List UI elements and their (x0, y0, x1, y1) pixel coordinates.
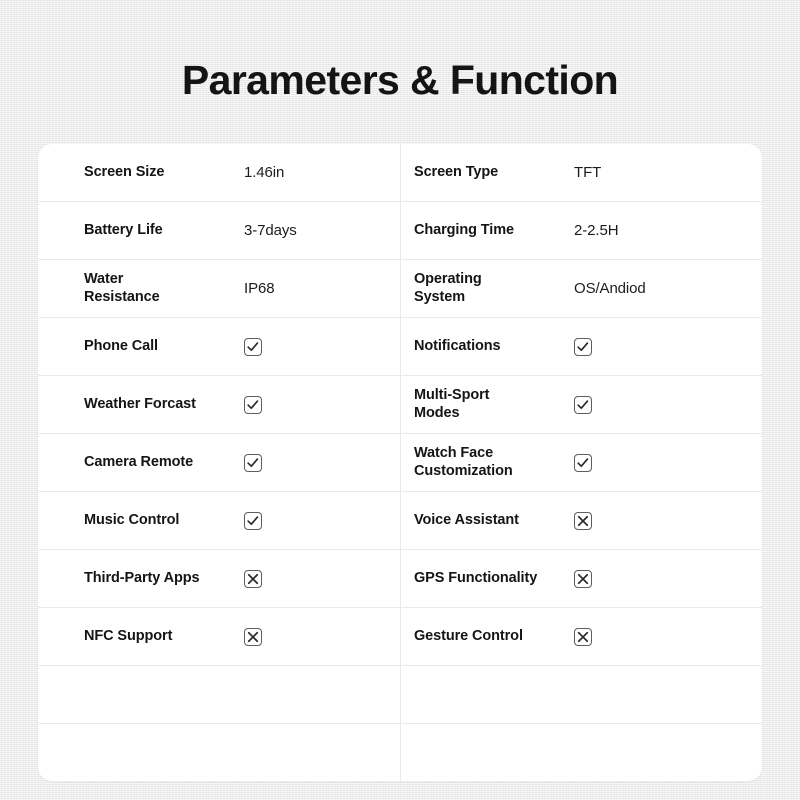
spec-cell-left (38, 724, 400, 781)
spec-cell-right: Notifications (400, 318, 762, 375)
checkbox-checked-icon (574, 337, 592, 356)
spec-cell-left: Weather Forcast (38, 376, 400, 433)
spec-cell-left: Battery Life 3-7days (38, 202, 400, 259)
spec-value (244, 395, 262, 414)
spec-value (244, 627, 262, 646)
spec-label: Weather Forcast (84, 395, 196, 412)
table-row: Water Resistance IP68 Operating System OS/A… (38, 260, 762, 318)
spec-label: Notifications (414, 337, 501, 354)
checkbox-crossed-icon (244, 627, 262, 646)
specifications-table: Screen Size 1.46in Screen Type TFT Battery L… (38, 144, 762, 781)
spec-label: Music Control (84, 511, 180, 528)
spec-cell-right (400, 666, 762, 723)
spec-value: TFT (574, 163, 602, 181)
spec-cell-left: Camera Remote (38, 434, 400, 491)
spec-label: Phone Call (84, 337, 158, 354)
table-row: Phone Call Notifications (38, 318, 762, 376)
spec-label: Camera Remote (84, 453, 194, 470)
checkbox-checked-icon (244, 395, 262, 414)
spec-value: 3-7days (244, 221, 297, 239)
spec-cell-left: Music Control (38, 492, 400, 549)
checkbox-crossed-icon (574, 627, 592, 646)
page-title: Parameters & Function (181, 57, 619, 103)
table-row: Third-Party Apps GPS Functionality (38, 550, 762, 608)
table-row: NFC Support Gesture Control (38, 608, 762, 666)
table-row-empty (38, 666, 762, 724)
spec-value (244, 453, 262, 472)
spec-label: GPS Functionality (414, 569, 538, 586)
spec-label: Water Resistance (84, 270, 160, 305)
spec-value (574, 627, 592, 646)
spec-cell-left: Phone Call (38, 318, 400, 375)
checkbox-checked-icon (244, 511, 262, 530)
table-row: Music Control Voice Assistant (38, 492, 762, 550)
spec-cell-left: Screen Size 1.46in (38, 144, 400, 201)
spec-sheet-page: Parameters & Function Screen Size 1.46in S… (0, 0, 800, 800)
spec-value (574, 337, 592, 356)
checkbox-checked-icon (244, 337, 262, 356)
spec-label: Screen Type (414, 163, 499, 180)
spec-label: Multi-Sport Modes (414, 386, 490, 421)
checkbox-checked-icon (574, 453, 592, 472)
spec-cell-left: NFC Support (38, 608, 400, 665)
table-row: Camera Remote Watch Face Customization (38, 434, 762, 492)
specifications-card: Screen Size 1.46in Screen Type TFT Battery L… (38, 144, 762, 781)
spec-label: Battery Life (84, 221, 163, 238)
spec-value (574, 395, 592, 414)
checkbox-crossed-icon (244, 569, 262, 588)
spec-value (244, 337, 262, 356)
spec-value: 1.46in (244, 163, 285, 181)
spec-label: Operating System (414, 270, 482, 305)
spec-cell-left: Third-Party Apps (38, 550, 400, 607)
spec-cell-right: Gesture Control (400, 608, 762, 665)
spec-label: Third-Party Apps (84, 569, 200, 586)
spec-label: Voice Assistant (414, 511, 519, 528)
spec-value (574, 569, 592, 588)
spec-cell-right: Screen Type TFT (400, 144, 762, 201)
checkbox-checked-icon (574, 395, 592, 414)
checkbox-crossed-icon (574, 569, 592, 588)
spec-value (574, 511, 592, 530)
spec-value (574, 453, 592, 472)
checkbox-checked-icon (244, 453, 262, 472)
spec-cell-right: Multi-Sport Modes (400, 376, 762, 433)
spec-cell-right: Charging Time 2-2.5H (400, 202, 762, 259)
table-row: Battery Life 3-7days Charging Time 2-2.5H (38, 202, 762, 260)
spec-label: Gesture Control (414, 627, 523, 644)
spec-value: OS/Andiod (574, 279, 646, 297)
spec-cell-right: Voice Assistant (400, 492, 762, 549)
spec-value: 2-2.5H (574, 221, 619, 239)
spec-label: Screen Size (84, 163, 165, 180)
table-row-empty (38, 724, 762, 781)
spec-value (244, 569, 262, 588)
spec-label: Watch Face Customization (414, 444, 513, 479)
spec-cell-left: Water Resistance IP68 (38, 260, 400, 317)
spec-value (244, 511, 262, 530)
spec-value: IP68 (244, 279, 275, 297)
spec-label: Charging Time (414, 221, 514, 238)
spec-cell-left (38, 666, 400, 723)
spec-cell-right: Watch Face Customization (400, 434, 762, 491)
spec-cell-right (400, 724, 762, 781)
spec-cell-right: GPS Functionality (400, 550, 762, 607)
checkbox-crossed-icon (574, 511, 592, 530)
table-row: Screen Size 1.46in Screen Type TFT (38, 144, 762, 202)
spec-label: NFC Support (84, 627, 173, 644)
table-row: Weather Forcast Multi-Sport Modes (38, 376, 762, 434)
spec-cell-right: Operating System OS/Andiod (400, 260, 762, 317)
